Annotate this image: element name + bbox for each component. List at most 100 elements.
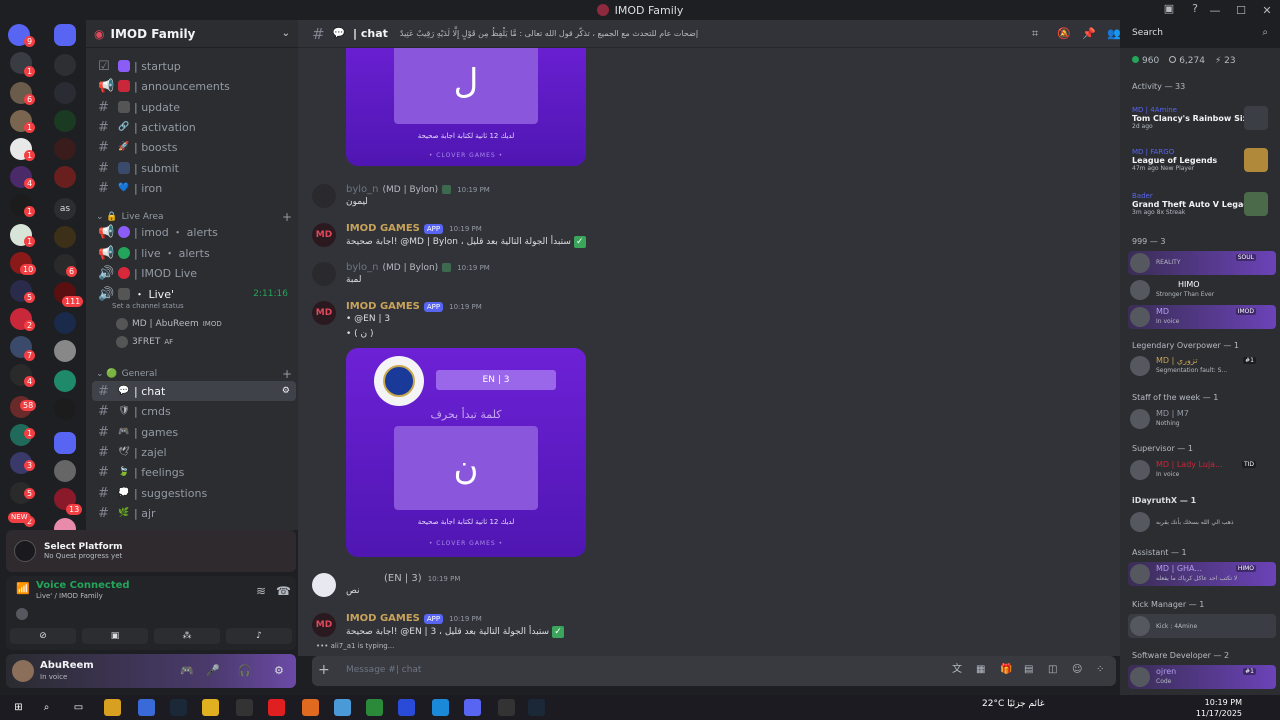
weather-widget[interactable]: 22°C غائم جزئيًا: [982, 699, 1044, 709]
channel-imod-live[interactable]: 🔊 | IMOD Live: [92, 263, 296, 283]
activity-item[interactable]: MD | 4Amine Tom Clancy's Rainbow Six ... 2…: [1132, 106, 1272, 130]
app-icon[interactable]: [236, 699, 253, 716]
gif-icon[interactable]: ▤: [1024, 664, 1036, 676]
disconnect-icon[interactable]: ☎: [276, 584, 291, 598]
app-icon[interactable]: [498, 699, 515, 716]
member-item[interactable]: HIMO Stronger Than Ever: [1128, 278, 1276, 302]
server-icon[interactable]: [54, 54, 76, 76]
discord-taskbar-icon[interactable]: [464, 699, 481, 716]
emoji-icon[interactable]: ☺: [1072, 664, 1084, 676]
steam-icon[interactable]: [170, 699, 187, 716]
category-general[interactable]: ⌄ 🟢 General +: [96, 367, 292, 381]
app-icon[interactable]: [398, 699, 415, 716]
member-item[interactable]: MD | M7 Nothing: [1128, 407, 1276, 431]
channel-boosts[interactable]: # 🚀 | boosts: [92, 137, 296, 157]
app-icon[interactable]: [202, 699, 219, 716]
voice-channel-label[interactable]: Live' / IMOD Family: [36, 592, 103, 600]
sticker-icon[interactable]: ◫: [1048, 664, 1060, 676]
threads-icon[interactable]: ⌗: [1032, 28, 1044, 40]
edge-icon[interactable]: [432, 699, 449, 716]
member-item[interactable]: MD | تزوري Segmentation fault: S... #1: [1128, 354, 1276, 378]
server-icon[interactable]: [54, 460, 76, 482]
soundboard-button[interactable]: ♪: [226, 628, 292, 644]
chevron-down-icon[interactable]: ⌄: [282, 28, 290, 39]
member-list-icon[interactable]: 👥: [1107, 28, 1121, 40]
notification-mute-icon[interactable]: 🔕: [1057, 28, 1071, 40]
channel-startup[interactable]: ☑ | startup: [92, 56, 296, 76]
channel-status-hint[interactable]: Set a channel status: [112, 302, 184, 310]
member-item[interactable]: MD | GHA... لا تكتب احد عاكل كرياك ما يفع…: [1128, 562, 1276, 586]
maximize-button[interactable]: ☐: [1228, 4, 1254, 17]
avatar[interactable]: [312, 184, 336, 208]
member-item[interactable]: Kick : 4Amine: [1128, 614, 1276, 638]
message-input[interactable]: Message #| chat: [346, 665, 421, 675]
system-clock[interactable]: 10:19 PM 11/17/2025: [1196, 697, 1242, 719]
camera-off-button[interactable]: ⊘: [10, 628, 76, 644]
gift-icon[interactable]: 🎁: [1000, 664, 1012, 676]
message-author[interactable]: IMOD GAMES: [346, 613, 420, 624]
voice-connected-label[interactable]: Voice Connected: [36, 580, 130, 591]
app-icon[interactable]: [334, 699, 351, 716]
help-icon[interactable]: ?: [1188, 2, 1202, 16]
channel-chat[interactable]: # 💬 | chat ⚙: [92, 381, 296, 401]
close-button[interactable]: ✕: [1254, 4, 1280, 17]
server-icon[interactable]: [54, 398, 76, 420]
member-item[interactable]: REALITY SOUL: [1128, 251, 1276, 275]
message-author[interactable]: IMOD GAMES: [346, 301, 420, 312]
message-author[interactable]: (EN | 3): [384, 573, 422, 584]
channel-activation[interactable]: # 🔗 | activation: [92, 117, 296, 137]
avatar[interactable]: [12, 660, 34, 682]
settings-icon[interactable]: ⚙: [282, 386, 290, 396]
search-icon[interactable]: ⌕: [38, 699, 55, 716]
copilot-icon[interactable]: [138, 699, 155, 716]
add-channel-icon[interactable]: +: [282, 367, 292, 381]
screen-share-button[interactable]: ▣: [82, 628, 148, 644]
channel-ajr[interactable]: # 🌿 | ajr: [92, 503, 296, 523]
message-composer[interactable]: + Message #| chat 文 ▦ 🎁 ▤ ◫ ☺ ⁘: [312, 656, 1116, 686]
voice-user[interactable]: 3FRET AF: [116, 336, 173, 348]
search-input[interactable]: Search ⌕: [1124, 24, 1274, 44]
activity-item[interactable]: MD | FARGO League of Legends 47m ago New P…: [1132, 148, 1272, 172]
headphones-icon[interactable]: 🎧: [238, 664, 252, 677]
app-icon[interactable]: ▦: [976, 664, 988, 676]
server-imod[interactable]: [54, 24, 76, 46]
channel-feelings[interactable]: # 🍃 | feelings: [92, 462, 296, 482]
server-icon[interactable]: [54, 340, 76, 362]
avatar[interactable]: MD: [312, 223, 336, 247]
minimize-button[interactable]: —: [1202, 4, 1228, 17]
task-view-icon[interactable]: ▭: [70, 699, 87, 716]
server-icon[interactable]: [54, 166, 76, 188]
server-icon[interactable]: [54, 82, 76, 104]
channel-iron[interactable]: # 💙 | iron: [92, 178, 296, 198]
mic-icon[interactable]: 🎤: [206, 664, 220, 677]
user-name[interactable]: AbuReem: [40, 660, 94, 671]
member-item[interactable]: MD In voice IMOD: [1128, 305, 1276, 329]
server-icon[interactable]: [54, 138, 76, 160]
member-item[interactable]: ojren Code #1: [1128, 665, 1276, 689]
server-icon[interactable]: [54, 370, 76, 392]
gear-icon[interactable]: ⚙: [274, 664, 284, 677]
channel-imod-alerts[interactable]: 📢 | imod ・ alerts: [92, 222, 296, 242]
start-icon[interactable]: ⊞: [10, 699, 27, 716]
add-attachment-icon[interactable]: +: [318, 662, 330, 678]
apps-icon[interactable]: ⁘: [1096, 664, 1108, 676]
member-item[interactable]: MD | Lady Luja... In voice TID: [1128, 458, 1276, 482]
game-icon[interactable]: 🎮: [180, 664, 194, 677]
pin-icon[interactable]: 📌: [1082, 28, 1096, 40]
chrome-icon[interactable]: [366, 699, 383, 716]
avatar[interactable]: [312, 573, 336, 597]
quest-panel[interactable]: Select Platform No Quest progress yet: [6, 530, 296, 572]
steam-taskbar-icon[interactable]: [528, 699, 545, 716]
avatar[interactable]: [312, 262, 336, 286]
activities-button[interactable]: ⁂: [154, 628, 220, 644]
voice-channel-live[interactable]: 🔊 ・ Live' 2:11:16: [92, 284, 296, 304]
voice-user[interactable]: MD | AbuReem IMOD: [116, 318, 222, 330]
file-explorer-icon[interactable]: [104, 699, 121, 716]
noise-suppression-icon[interactable]: ≋: [256, 584, 266, 598]
translate-icon[interactable]: 文: [952, 664, 964, 676]
channel-zajel[interactable]: # 🕊 | zajel: [92, 442, 296, 462]
server-folder-icon[interactable]: [54, 432, 76, 454]
message-author[interactable]: bylo_n: [346, 184, 379, 195]
message-author[interactable]: bylo_n: [346, 262, 379, 273]
server-icon[interactable]: [54, 110, 76, 132]
